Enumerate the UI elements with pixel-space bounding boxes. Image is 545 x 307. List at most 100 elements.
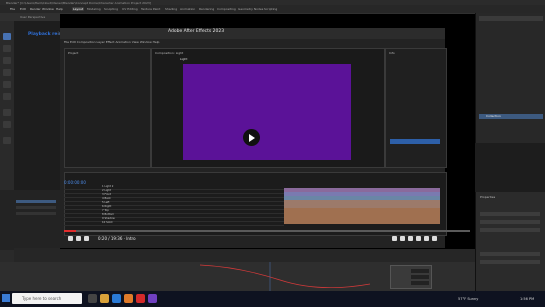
tool-shelf: [0, 21, 14, 291]
play-button[interactable]: [243, 129, 260, 146]
ae-menu-edit[interactable]: Edit: [70, 40, 76, 44]
autoplay-icon[interactable]: [392, 236, 397, 241]
play-icon: [249, 133, 255, 142]
tab-compositing[interactable]: Compositing: [217, 7, 236, 11]
layer-row[interactable]: [16, 200, 56, 203]
tab-modeling[interactable]: Modeling: [87, 7, 101, 11]
layer-bar[interactable]: [284, 200, 440, 204]
layer-bar[interactable]: [284, 208, 440, 212]
youtube-taskbar-icon[interactable]: [136, 294, 145, 303]
play-small-icon[interactable]: [68, 236, 73, 241]
task-view-icon[interactable]: [88, 294, 97, 303]
ae-menu-file[interactable]: File: [64, 40, 69, 44]
transform-tool-icon[interactable]: [3, 93, 11, 100]
cursor-tool-icon[interactable]: [3, 45, 11, 52]
layer-bar[interactable]: [284, 212, 440, 216]
taskbar-clock[interactable]: 1:56 PM: [520, 297, 534, 301]
ae-menu-help[interactable]: Help: [153, 40, 160, 44]
tab-texture-paint[interactable]: Texture Paint: [141, 7, 160, 11]
scale-tool-icon[interactable]: [3, 81, 11, 88]
outliner-header: [479, 16, 543, 21]
video-time-value: 0:20 / 19:36: [98, 236, 123, 241]
theater-icon[interactable]: [424, 236, 429, 241]
tab-layout[interactable]: Layout: [72, 6, 85, 11]
measure-tool-icon[interactable]: [3, 121, 11, 128]
miniplayer-icon[interactable]: [416, 236, 421, 241]
tab-geometry-nodes[interactable]: Geometry Nodes: [238, 7, 263, 11]
property-field[interactable]: [480, 220, 540, 224]
keyframe-value-field[interactable]: [411, 269, 429, 273]
layer-row[interactable]: [16, 212, 56, 215]
tab-rendering[interactable]: Rendering: [199, 7, 214, 11]
tab-uv-editing[interactable]: UV Editing: [122, 7, 138, 11]
property-field[interactable]: [480, 252, 540, 256]
ae-comp-label: Composition: Light: [155, 51, 184, 55]
keyframe-value-field[interactable]: [411, 275, 429, 279]
after-effects-taskbar-icon[interactable]: [148, 294, 157, 303]
fullscreen-icon[interactable]: [432, 236, 437, 241]
layer-row[interactable]: [16, 206, 56, 209]
ae-menu-composition[interactable]: Composition: [77, 40, 96, 44]
rotate-tool-icon[interactable]: [3, 69, 11, 76]
ae-layer-list: 1 Light 2 2 Light 3 Front 4 Back 5 Left …: [64, 185, 284, 234]
blender-taskbar-icon[interactable]: [124, 294, 133, 303]
ae-project-label: Project: [68, 51, 79, 55]
menu-file[interactable]: File: [10, 7, 15, 11]
edge-icon[interactable]: [112, 294, 121, 303]
outliner-panel: Collection: [475, 13, 545, 143]
ae-project-panel: Project: [64, 48, 151, 168]
volume-icon[interactable]: [84, 236, 89, 241]
select-tool-icon[interactable]: [3, 33, 11, 40]
annotate-tool-icon[interactable]: [3, 109, 11, 116]
layer-bar[interactable]: [284, 192, 440, 196]
ae-menu-view[interactable]: View: [132, 40, 139, 44]
fcurve-line: [199, 264, 371, 289]
ae-effects-selection[interactable]: [390, 139, 440, 144]
layer-bar[interactable]: [284, 216, 440, 220]
ae-menu-window[interactable]: Window: [140, 40, 152, 44]
keyframe-value-field[interactable]: [411, 281, 429, 285]
property-field[interactable]: [480, 260, 540, 264]
captions-icon[interactable]: [400, 236, 405, 241]
layer-bar[interactable]: [284, 204, 440, 208]
properties-label: Properties: [480, 195, 496, 199]
property-field[interactable]: [480, 212, 540, 216]
tab-animation[interactable]: Animation: [180, 7, 195, 11]
tab-shading[interactable]: Shading: [165, 7, 177, 11]
ae-menu: File Edit Composition Layer Effect Anima…: [64, 40, 264, 45]
tab-scripting[interactable]: Scripting: [264, 7, 277, 11]
next-icon[interactable]: [76, 236, 81, 241]
file-explorer-icon[interactable]: [100, 294, 109, 303]
layer-row[interactable]: 10 Solid: [64, 221, 284, 226]
ae-menu-effect[interactable]: Effect: [106, 40, 115, 44]
ae-menu-animation[interactable]: Animation: [115, 40, 130, 44]
video-title-prefix: Playback re: [28, 32, 58, 37]
settings-icon[interactable]: [408, 236, 413, 241]
view-label: User Perspective: [20, 15, 46, 19]
layer-bar[interactable]: [284, 188, 440, 192]
video-progress-track[interactable]: [64, 230, 470, 232]
ae-menu-layer[interactable]: Layer: [97, 40, 105, 44]
video-progress-fill: [64, 230, 77, 232]
blender-window-title: Blender* [C:\Users\Hain\Cloud\Owner\Blen…: [6, 0, 151, 5]
timeline-editor: [14, 248, 475, 262]
ae-window-title: Adobe After Effects 2023: [168, 29, 225, 34]
ae-info-panel: Info: [385, 48, 447, 168]
weather-widget[interactable]: 57°F Sunny: [458, 297, 478, 301]
tab-sculpting[interactable]: Sculpting: [104, 7, 118, 11]
view-layer-panel: [0, 190, 60, 250]
ae-comp-tab[interactable]: Light: [180, 57, 188, 61]
property-field[interactable]: [480, 228, 540, 232]
video-chapter: Intro: [126, 236, 136, 241]
taskbar-search[interactable]: Type here to search: [12, 293, 82, 304]
ae-comp-canvas: [183, 64, 351, 160]
menu-edit[interactable]: Edit: [20, 7, 26, 11]
menu-render[interactable]: Render: [30, 7, 41, 11]
windows-start-icon[interactable]: [2, 294, 10, 302]
menu-help[interactable]: Help: [56, 7, 63, 11]
layer-bar[interactable]: [284, 196, 440, 200]
menu-window[interactable]: Window: [42, 7, 54, 11]
move-tool-icon[interactable]: [3, 57, 11, 64]
layer-bar[interactable]: [284, 220, 440, 224]
add-cube-tool-icon[interactable]: [3, 137, 11, 144]
